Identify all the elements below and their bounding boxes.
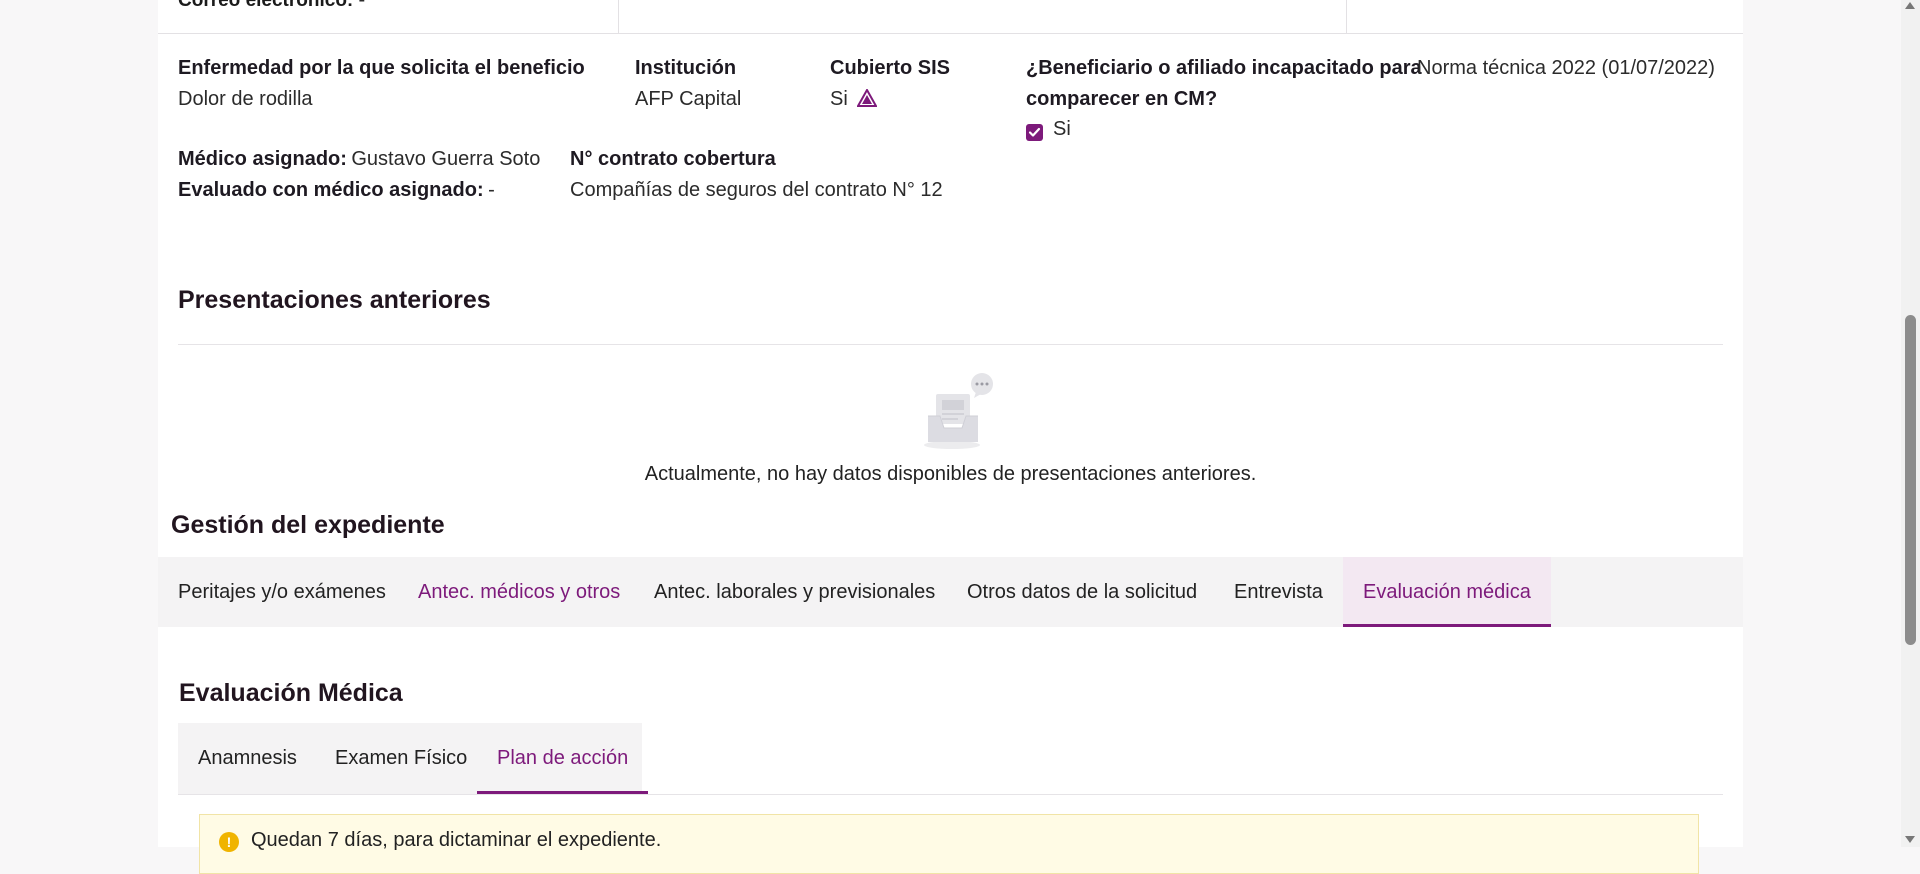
vertical-scrollbar[interactable] [1901,0,1920,847]
deadline-alert: ! Quedan 7 días, para dictaminar el expe… [199,814,1699,874]
evaluation-panel: Evaluación Médica Anamnesis Examen Físic… [158,627,1743,874]
incapacitated-label-1: ¿Beneficiario o afiliado incapacitado pa… [1026,57,1422,79]
norma-tecnica: Norma técnica 2022 (01/07/2022) [1417,57,1715,79]
tab-otros-datos[interactable]: Otros datos de la solicitud [967,557,1197,627]
email-label: Correo electrónico: [178,0,354,11]
incapacitated-label-2: comparecer en CM? [1026,88,1218,110]
institution-value: AFP Capital [635,88,742,110]
disease-label: Enfermedad por la que solicita el benefi… [178,57,585,79]
alert-circle-icon: ! [219,832,239,852]
evaluation-title: Evaluación Médica [179,679,403,707]
contact-row: Correo electrónico: - [158,0,1743,34]
check-icon [1028,127,1041,137]
institution-label: Institución [635,57,737,79]
incapacitated-checkbox[interactable] [1026,124,1043,141]
sis-value: Si [830,88,848,110]
disease-value: Dolor de rodilla [178,88,313,110]
scrollbar-thumb[interactable] [1905,315,1916,645]
doctor-value: Gustavo Guerra Soto [351,148,541,170]
gestion-tabs: Peritajes y/o exámenes Antec. médicos y … [158,557,1743,628]
gestion-title: Gestión del expediente [171,511,445,539]
subtab-examen-fisico[interactable]: Examen Físico [335,723,467,794]
tab-evaluacion-medica[interactable]: Evaluación médica [1343,557,1551,627]
divider [178,344,1723,345]
column-divider [618,0,619,33]
doctor-row: Médico asignado: Gustavo Guerra Soto [178,148,540,171]
contract-label: N° contrato cobertura [570,148,776,170]
column-divider [1346,0,1347,33]
evaluated-label: Evaluado con médico asignado: [178,179,484,201]
evaluated-value: - [488,179,495,201]
tab-entrevista[interactable]: Entrevista [1234,557,1323,627]
empty-state-message: Actualmente, no hay datos disponibles de… [644,463,1257,485]
tab-antec-medicos[interactable]: Antec. médicos y otros [418,557,620,627]
email-info: Correo electrónico: - [178,0,365,12]
alert-text: Quedan 7 días, para dictaminar el expedi… [251,829,662,851]
sis-value-row: Si [830,87,879,111]
previous-presentations-title: Presentaciones anteriores [178,286,491,314]
scroll-down-arrow-icon[interactable] [1905,836,1915,843]
tab-antec-laborales[interactable]: Antec. laborales y previsionales [654,557,935,627]
evaluated-row: Evaluado con médico asignado: - [178,179,495,202]
tab-peritajes[interactable]: Peritajes y/o exámenes [178,557,386,627]
subtab-anamnesis[interactable]: Anamnesis [198,723,297,794]
incapacitated-value: Si [1053,118,1071,140]
empty-inbox-icon [918,372,998,452]
email-value: - [358,0,366,11]
sis-label: Cubierto SIS [830,57,951,79]
warning-triangle-icon [856,87,879,107]
subtab-plan-de-accion[interactable]: Plan de acción [477,723,649,794]
scroll-up-arrow-icon[interactable] [1905,2,1915,9]
doctor-label: Médico asignado: [178,148,347,170]
contract-value: Compañías de seguros del contrato N° 12 [570,179,943,201]
evaluation-subtabs: Anamnesis Examen Físico Plan de acción [178,723,1723,795]
